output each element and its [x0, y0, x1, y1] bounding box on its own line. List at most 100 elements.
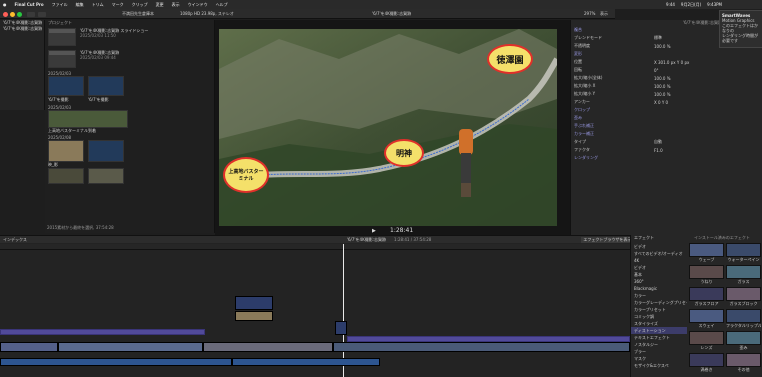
title-lane[interactable]: [0, 329, 205, 335]
inspector-row[interactable]: レンダリング: [571, 154, 762, 162]
inspector-row[interactable]: 拡大/縮小(全体) 100.0 %: [571, 74, 762, 82]
effects-category-item[interactable]: カラーグレーディングプリセット: [631, 299, 687, 306]
inspector-row[interactable]: 回転 0°: [571, 66, 762, 74]
effects-category-item[interactable]: ビデオ: [631, 264, 687, 271]
effect-tile[interactable]: ガラス: [726, 265, 761, 285]
index-button[interactable]: インデックス: [3, 237, 27, 243]
effects-category-item[interactable]: スタイライズ: [631, 320, 687, 327]
menu-item-view[interactable]: 表示: [172, 2, 180, 8]
audio-clip-thumbnail[interactable]: [48, 76, 84, 96]
audio-clip-thumbnail[interactable]: [88, 76, 124, 96]
inspector-row[interactable]: カラー補正: [571, 130, 762, 138]
effects-category-item[interactable]: ノスタルジー: [631, 341, 687, 348]
inspector-row-label: ブレンドモード: [574, 35, 602, 40]
import-button[interactable]: [27, 12, 35, 17]
inspector-row-value[interactable]: 標準: [654, 35, 662, 41]
inspector-row[interactable]: クロップ: [571, 106, 762, 114]
keyword-button[interactable]: [38, 12, 46, 17]
clip-thumbnail-strip[interactable]: [48, 110, 128, 128]
effect-tile[interactable]: ガラスフロア: [689, 287, 724, 307]
effects-category-item[interactable]: 基本: [631, 271, 687, 278]
effects-browser-button[interactable]: エフェクトブラウザを表示: [581, 236, 634, 243]
inspector-row-value[interactable]: 100.0 %: [654, 44, 671, 49]
library-item[interactable]: '6/7'を4K撮影:志賀跡: [0, 26, 44, 32]
clip-thumbnail[interactable]: [88, 168, 124, 184]
menu-item-trim[interactable]: トリム: [92, 2, 104, 8]
menu-item-help[interactable]: ヘルプ: [216, 2, 228, 8]
storyline-clip[interactable]: [203, 342, 333, 352]
project-thumbnail[interactable]: [48, 28, 76, 46]
resolution-label[interactable]: 1080p HD 23.98p, ステレオ: [180, 11, 234, 17]
effect-tile[interactable]: ウォーターペイン: [726, 243, 761, 263]
storyline-clip[interactable]: [333, 342, 630, 352]
zoom-menu[interactable]: 297%: [584, 11, 595, 16]
effects-category-item[interactable]: 4K: [631, 257, 687, 264]
effects-category-item[interactable]: コミック調: [631, 313, 687, 320]
inspector-row[interactable]: 変形: [571, 50, 762, 58]
effect-tile[interactable]: ウェーブ: [689, 243, 724, 263]
effects-category-item[interactable]: 360°: [631, 278, 687, 285]
effects-category-item[interactable]: カラー: [631, 292, 687, 299]
effect-tile[interactable]: フラクタルリップル: [726, 309, 761, 329]
effect-tile[interactable]: 渦巻き: [689, 353, 724, 373]
menu-item-clip[interactable]: クリップ: [132, 2, 148, 8]
inspector-row[interactable]: アンカー X 0 Y 0: [571, 98, 762, 106]
inspector-row[interactable]: ファクタ F1.0: [571, 146, 762, 154]
audio-clip-thumbnail[interactable]: [88, 140, 124, 162]
project-thumbnail[interactable]: [48, 50, 76, 68]
inspector-row[interactable]: 歪み: [571, 114, 762, 122]
effects-category-item[interactable]: ビデオ: [631, 243, 687, 250]
menu-item-file[interactable]: ファイル: [52, 2, 68, 8]
effect-tile[interactable]: スウェイ: [689, 309, 724, 329]
clip-thumbnail[interactable]: [48, 168, 84, 184]
connected-clip[interactable]: [335, 321, 347, 335]
inspector-row-value[interactable]: 0°: [654, 68, 659, 73]
inspector-row-value[interactable]: 100.0 %: [654, 76, 671, 81]
inspector-row[interactable]: 拡大/縮小 Y 100.0 %: [571, 90, 762, 98]
effects-category-item[interactable]: モザイク&エクスペ: [631, 362, 687, 369]
inspector-row-value[interactable]: 100.0 %: [654, 84, 671, 89]
popup-line: このエフェクトはかなりの: [722, 23, 758, 33]
connected-clip[interactable]: [235, 311, 273, 321]
timeline-ruler[interactable]: [0, 244, 630, 250]
inspector-row[interactable]: 手ぶれ補正: [571, 122, 762, 130]
effects-category-item[interactable]: ディストーション: [631, 327, 687, 334]
menu-item-window[interactable]: ウインドウ: [188, 2, 208, 8]
close-window-button[interactable]: [3, 12, 8, 17]
effects-category-item[interactable]: ブラー: [631, 348, 687, 355]
effect-tile[interactable]: レンズ: [689, 331, 724, 351]
view-menu[interactable]: 表示: [600, 11, 608, 17]
apple-icon[interactable]: ●: [3, 2, 7, 7]
audio-clip[interactable]: [232, 358, 380, 366]
effects-category-item[interactable]: Blackmagic: [631, 285, 687, 292]
inspector-row-value[interactable]: X 301.0 px Y 0 px: [654, 60, 689, 65]
inspector-row-value[interactable]: 自動: [654, 139, 662, 145]
connected-clip[interactable]: [235, 296, 273, 310]
inspector-row[interactable]: 拡大/縮小 X 100.0 %: [571, 82, 762, 90]
effect-tile[interactable]: その他: [726, 353, 761, 373]
effects-category-item[interactable]: テキストエフェクト: [631, 334, 687, 341]
inspector-row[interactable]: 位置 X 301.0 px Y 0 px: [571, 58, 762, 66]
app-menu[interactable]: Final Cut Pro: [15, 2, 44, 7]
zoom-window-button[interactable]: [17, 12, 22, 17]
effects-browser: エフェクト インストール済みのエフェクト ビデオ すべてのビデオ/オーディオ 4K ビ…: [630, 235, 762, 377]
storyline-clip[interactable]: [0, 342, 58, 352]
effects-category-item[interactable]: カラープリセット: [631, 306, 687, 313]
play-icon[interactable]: ▶: [372, 228, 376, 234]
effect-tile[interactable]: ガラスブロック: [726, 287, 761, 307]
audio-clip[interactable]: [0, 358, 232, 366]
menu-item-mark[interactable]: マーク: [112, 2, 124, 8]
inspector-row-value[interactable]: X 0 Y 0: [654, 100, 668, 105]
inspector-row-value[interactable]: 100.0 %: [654, 92, 671, 97]
menu-item-modify[interactable]: 変更: [156, 2, 164, 8]
effect-tile[interactable]: 歪み: [726, 331, 761, 351]
photo-thumbnail[interactable]: [48, 140, 84, 162]
storyline-clip[interactable]: [58, 342, 203, 352]
menu-item-edit[interactable]: 編集: [76, 2, 84, 8]
effects-category-item[interactable]: すべてのビデオ/オーディオ: [631, 250, 687, 257]
minimize-window-button[interactable]: [10, 12, 15, 17]
inspector-row-value[interactable]: F1.0: [654, 148, 663, 153]
effect-tile[interactable]: うねり: [689, 265, 724, 285]
effects-category-item[interactable]: マスク: [631, 355, 687, 362]
inspector-row[interactable]: タイプ 自動: [571, 138, 762, 146]
